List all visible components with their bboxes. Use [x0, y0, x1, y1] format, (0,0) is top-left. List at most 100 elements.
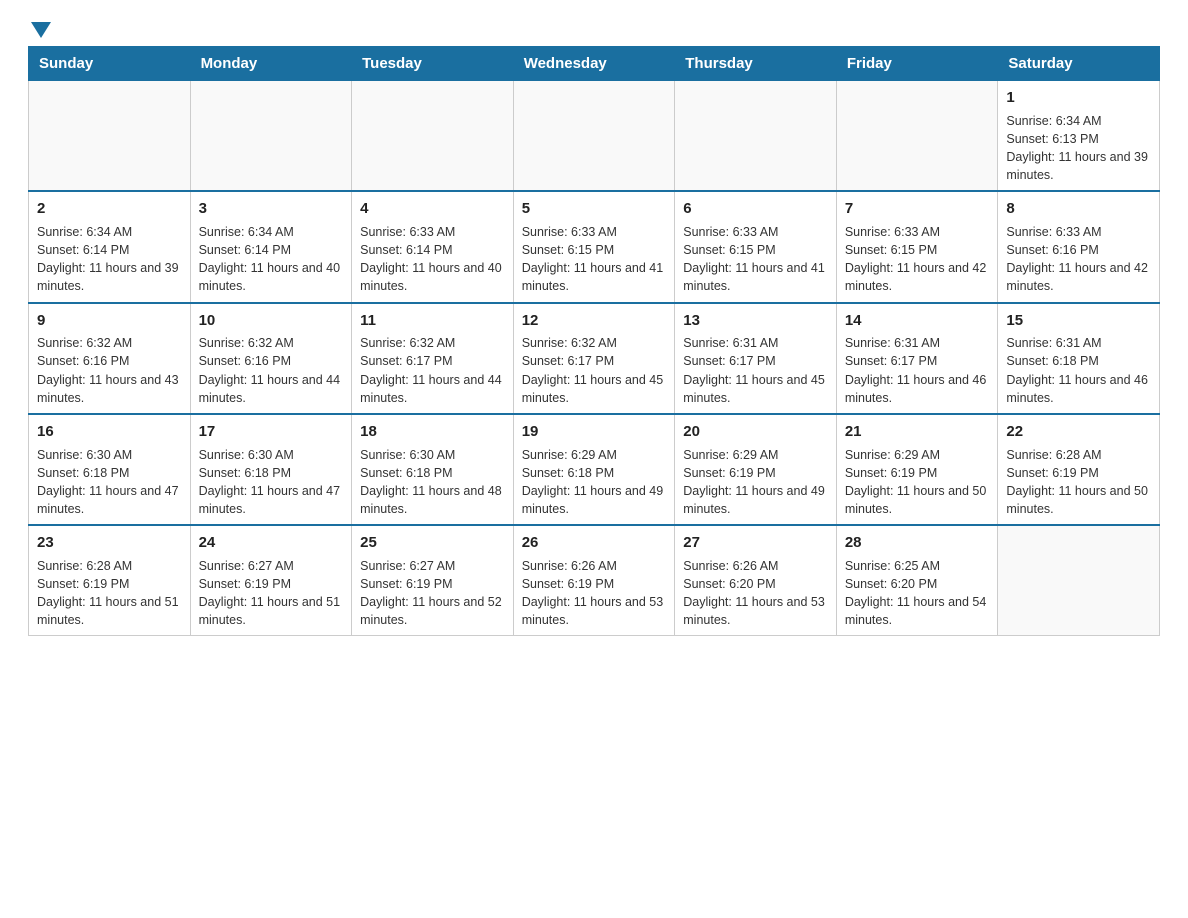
day-number: 17: [199, 421, 344, 443]
day-number: 23: [37, 532, 182, 554]
day-header-saturday: Saturday: [998, 47, 1160, 81]
logo: [28, 18, 51, 36]
day-info: Sunrise: 6:30 AM Sunset: 6:18 PM Dayligh…: [199, 446, 344, 519]
day-number: 28: [845, 532, 990, 554]
day-number: 8: [1006, 198, 1151, 220]
calendar-week-row: 1 Sunrise: 6:34 AM Sunset: 6:13 PM Daylig…: [29, 81, 1160, 192]
day-info: Sunrise: 6:25 AM Sunset: 6:20 PM Dayligh…: [845, 557, 990, 630]
day-info: Sunrise: 6:26 AM Sunset: 6:20 PM Dayligh…: [683, 557, 828, 630]
day-number: 24: [199, 532, 344, 554]
day-header-tuesday: Tuesday: [352, 47, 514, 81]
day-header-monday: Monday: [190, 47, 352, 81]
day-header-wednesday: Wednesday: [513, 47, 675, 81]
calendar-week-row: 23 Sunrise: 6:28 AM Sunset: 6:19 PM Dayli…: [29, 525, 1160, 636]
calendar-cell: 7Sunrise: 6:33 AM Sunset: 6:15 PM Daylig…: [836, 191, 998, 302]
calendar-week-row: 2 Sunrise: 6:34 AM Sunset: 6:14 PM Daylig…: [29, 191, 1160, 302]
day-info: Sunrise: 6:33 AM Sunset: 6:14 PM Dayligh…: [360, 223, 505, 296]
day-number: 21: [845, 421, 990, 443]
calendar-cell: [836, 81, 998, 192]
day-number: 5: [522, 198, 667, 220]
calendar-cell: [998, 525, 1160, 636]
calendar-cell: 25 Sunrise: 6:27 AM Sunset: 6:19 PM Dayli…: [352, 525, 514, 636]
day-number: 18: [360, 421, 505, 443]
calendar-cell: 10Sunrise: 6:32 AM Sunset: 6:16 PM Dayli…: [190, 303, 352, 414]
day-number: 13: [683, 310, 828, 332]
day-info: Sunrise: 6:34 AM Sunset: 6:14 PM Dayligh…: [199, 223, 344, 296]
day-info: Sunrise: 6:31 AM Sunset: 6:17 PM Dayligh…: [683, 334, 828, 407]
days-of-week-row: SundayMondayTuesdayWednesdayThursdayFrid…: [29, 47, 1160, 81]
day-info: Sunrise: 6:28 AM Sunset: 6:19 PM Dayligh…: [37, 557, 182, 630]
calendar-cell: 1 Sunrise: 6:34 AM Sunset: 6:13 PM Daylig…: [998, 81, 1160, 192]
day-number: 25: [360, 532, 505, 554]
calendar-cell: 4 Sunrise: 6:33 AM Sunset: 6:14 PM Daylig…: [352, 191, 514, 302]
calendar-cell: 9Sunrise: 6:32 AM Sunset: 6:16 PM Daylig…: [29, 303, 191, 414]
day-info: Sunrise: 6:32 AM Sunset: 6:16 PM Dayligh…: [37, 334, 182, 407]
calendar-cell: 18 Sunrise: 6:30 AM Sunset: 6:18 PM Dayli…: [352, 414, 514, 525]
logo-arrow-icon: [31, 22, 51, 38]
day-number: 3: [199, 198, 344, 220]
calendar-cell: 12Sunrise: 6:32 AM Sunset: 6:17 PM Dayli…: [513, 303, 675, 414]
calendar-cell: 2 Sunrise: 6:34 AM Sunset: 6:14 PM Daylig…: [29, 191, 191, 302]
day-info: Sunrise: 6:29 AM Sunset: 6:19 PM Dayligh…: [683, 446, 828, 519]
calendar-cell: 14Sunrise: 6:31 AM Sunset: 6:17 PM Dayli…: [836, 303, 998, 414]
calendar-cell: 15Sunrise: 6:31 AM Sunset: 6:18 PM Dayli…: [998, 303, 1160, 414]
day-info: Sunrise: 6:26 AM Sunset: 6:19 PM Dayligh…: [522, 557, 667, 630]
day-info: Sunrise: 6:32 AM Sunset: 6:17 PM Dayligh…: [522, 334, 667, 407]
day-info: Sunrise: 6:33 AM Sunset: 6:15 PM Dayligh…: [683, 223, 828, 296]
calendar-cell: 16 Sunrise: 6:30 AM Sunset: 6:18 PM Dayli…: [29, 414, 191, 525]
calendar-cell: 22 Sunrise: 6:28 AM Sunset: 6:19 PM Dayli…: [998, 414, 1160, 525]
day-number: 16: [37, 421, 182, 443]
calendar-cell: 17 Sunrise: 6:30 AM Sunset: 6:18 PM Dayli…: [190, 414, 352, 525]
calendar-cell: 28 Sunrise: 6:25 AM Sunset: 6:20 PM Dayli…: [836, 525, 998, 636]
calendar-header: SundayMondayTuesdayWednesdayThursdayFrid…: [29, 47, 1160, 81]
calendar-cell: [513, 81, 675, 192]
day-info: Sunrise: 6:33 AM Sunset: 6:15 PM Dayligh…: [845, 223, 990, 296]
day-number: 10: [199, 310, 344, 332]
day-number: 6: [683, 198, 828, 220]
calendar-cell: [190, 81, 352, 192]
calendar-cell: 6 Sunrise: 6:33 AM Sunset: 6:15 PM Daylig…: [675, 191, 837, 302]
day-number: 14: [845, 310, 990, 332]
day-info: Sunrise: 6:31 AM Sunset: 6:18 PM Dayligh…: [1006, 334, 1151, 407]
day-info: Sunrise: 6:30 AM Sunset: 6:18 PM Dayligh…: [360, 446, 505, 519]
day-number: 4: [360, 198, 505, 220]
calendar-cell: 3 Sunrise: 6:34 AM Sunset: 6:14 PM Daylig…: [190, 191, 352, 302]
day-info: Sunrise: 6:34 AM Sunset: 6:13 PM Dayligh…: [1006, 112, 1151, 185]
day-info: Sunrise: 6:34 AM Sunset: 6:14 PM Dayligh…: [37, 223, 182, 296]
calendar-cell: 8 Sunrise: 6:33 AM Sunset: 6:16 PM Daylig…: [998, 191, 1160, 302]
day-number: 20: [683, 421, 828, 443]
day-number: 1: [1006, 87, 1151, 109]
day-info: Sunrise: 6:32 AM Sunset: 6:17 PM Dayligh…: [360, 334, 505, 407]
day-info: Sunrise: 6:29 AM Sunset: 6:19 PM Dayligh…: [845, 446, 990, 519]
day-number: 22: [1006, 421, 1151, 443]
page-header: [0, 0, 1188, 46]
calendar-cell: [675, 81, 837, 192]
day-header-sunday: Sunday: [29, 47, 191, 81]
calendar-cell: 24 Sunrise: 6:27 AM Sunset: 6:19 PM Dayli…: [190, 525, 352, 636]
calendar-cell: [352, 81, 514, 192]
day-number: 26: [522, 532, 667, 554]
day-header-thursday: Thursday: [675, 47, 837, 81]
day-info: Sunrise: 6:30 AM Sunset: 6:18 PM Dayligh…: [37, 446, 182, 519]
calendar-week-row: 9Sunrise: 6:32 AM Sunset: 6:16 PM Daylig…: [29, 303, 1160, 414]
day-number: 2: [37, 198, 182, 220]
calendar-cell: 26 Sunrise: 6:26 AM Sunset: 6:19 PM Dayli…: [513, 525, 675, 636]
calendar-table: SundayMondayTuesdayWednesdayThursdayFrid…: [28, 46, 1160, 636]
day-number: 11: [360, 310, 505, 332]
calendar-cell: 19Sunrise: 6:29 AM Sunset: 6:18 PM Dayli…: [513, 414, 675, 525]
day-number: 27: [683, 532, 828, 554]
calendar-week-row: 16 Sunrise: 6:30 AM Sunset: 6:18 PM Dayli…: [29, 414, 1160, 525]
day-number: 19: [522, 421, 667, 443]
calendar-cell: 13Sunrise: 6:31 AM Sunset: 6:17 PM Dayli…: [675, 303, 837, 414]
day-number: 12: [522, 310, 667, 332]
day-number: 9: [37, 310, 182, 332]
day-info: Sunrise: 6:33 AM Sunset: 6:16 PM Dayligh…: [1006, 223, 1151, 296]
day-info: Sunrise: 6:27 AM Sunset: 6:19 PM Dayligh…: [199, 557, 344, 630]
day-header-friday: Friday: [836, 47, 998, 81]
calendar-cell: 21 Sunrise: 6:29 AM Sunset: 6:19 PM Dayli…: [836, 414, 998, 525]
day-info: Sunrise: 6:28 AM Sunset: 6:19 PM Dayligh…: [1006, 446, 1151, 519]
day-info: Sunrise: 6:27 AM Sunset: 6:19 PM Dayligh…: [360, 557, 505, 630]
calendar-cell: 27 Sunrise: 6:26 AM Sunset: 6:20 PM Dayli…: [675, 525, 837, 636]
calendar-body: 1 Sunrise: 6:34 AM Sunset: 6:13 PM Daylig…: [29, 81, 1160, 636]
day-number: 15: [1006, 310, 1151, 332]
